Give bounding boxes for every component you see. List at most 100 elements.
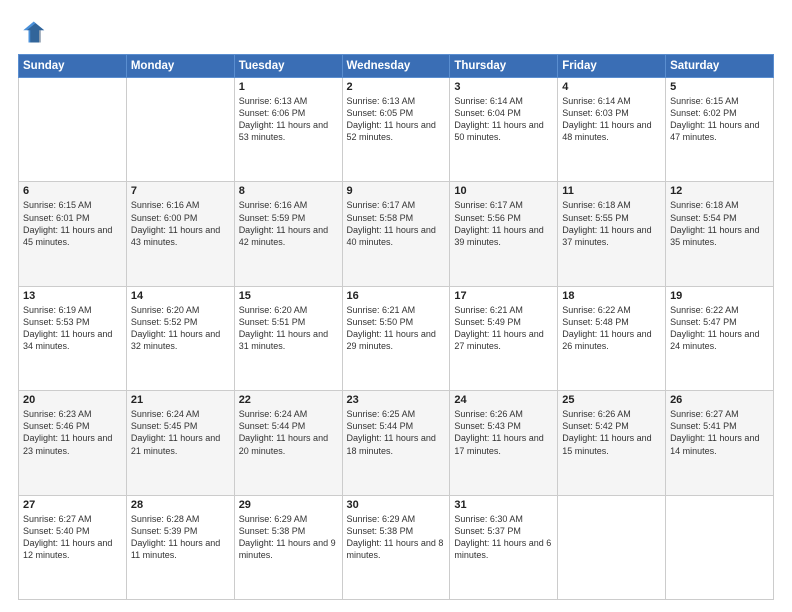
table-row: 1 Sunrise: 6:13 AMSunset: 6:06 PMDaylight… [234,78,342,182]
day-number: 13 [23,290,122,302]
table-row: 11 Sunrise: 6:18 AMSunset: 5:55 PMDayligh… [558,182,666,286]
cell-info: Sunrise: 6:16 AMSunset: 6:00 PMDaylight:… [131,199,230,248]
day-number: 6 [23,185,122,197]
cell-info: Sunrise: 6:26 AMSunset: 5:43 PMDaylight:… [454,408,553,457]
day-number: 11 [562,185,661,197]
table-row: 26Sunrise: 6:27 AMSunset: 5:41 PMDayligh… [666,391,774,495]
day-number: 15 [239,290,338,302]
day-number: 2 [347,81,446,93]
day-number: 29 [239,499,338,511]
day-number: 17 [454,290,553,302]
day-number: 19 [670,290,769,302]
table-row: 28 Sunrise: 6:28 AMSunset: 5:39 PMDayligh… [126,495,234,599]
day-number: 9 [347,185,446,197]
table-row: 12 Sunrise: 6:18 AMSunset: 5:54 PMDayligh… [666,182,774,286]
cell-info: Sunrise: 6:15 AMSunset: 6:02 PMDaylight:… [670,95,769,144]
table-row: 27 Sunrise: 6:27 AMSunset: 5:40 PMDayligh… [19,495,127,599]
table-row: 21 Sunrise: 6:24 AMSunset: 5:45 PMDayligh… [126,391,234,495]
cell-info: Sunrise: 6:18 AMSunset: 5:55 PMDaylight:… [562,199,661,248]
day-number: 27 [23,499,122,511]
table-row: 10 Sunrise: 6:17 AMSunset: 5:56 PMDayligh… [450,182,558,286]
cell-info: Sunrise: 6:23 AMSunset: 5:46 PMDaylight:… [23,408,122,457]
table-row: 16 Sunrise: 6:21 AMSunset: 5:50 PMDayligh… [342,286,450,390]
table-row: 18 Sunrise: 6:22 AMSunset: 5:48 PMDayligh… [558,286,666,390]
day-number: 5 [670,81,769,93]
cell-info: Sunrise: 6:22 AMSunset: 5:48 PMDaylight:… [562,304,661,353]
cell-info: Sunrise: 6:21 AMSunset: 5:50 PMDaylight:… [347,304,446,353]
table-row: 30Sunrise: 6:29 AMSunset: 5:38 PMDayligh… [342,495,450,599]
logo [18,18,50,46]
table-row: 7 Sunrise: 6:16 AMSunset: 6:00 PMDaylight… [126,182,234,286]
header-saturday: Saturday [666,55,774,78]
cell-info: Sunrise: 6:14 AMSunset: 6:03 PMDaylight:… [562,95,661,144]
day-number: 3 [454,81,553,93]
table-row: 14Sunrise: 6:20 AMSunset: 5:52 PMDayligh… [126,286,234,390]
table-row: 9 Sunrise: 6:17 AMSunset: 5:58 PMDaylight… [342,182,450,286]
table-row: 24Sunrise: 6:26 AMSunset: 5:43 PMDayligh… [450,391,558,495]
table-row: 31 Sunrise: 6:30 AMSunset: 5:37 PMDayligh… [450,495,558,599]
day-number: 10 [454,185,553,197]
cell-info: Sunrise: 6:30 AMSunset: 5:37 PMDaylight:… [454,513,553,562]
cell-info: Sunrise: 6:19 AMSunset: 5:53 PMDaylight:… [23,304,122,353]
logo-icon [18,18,46,46]
day-number: 31 [454,499,553,511]
cell-info: Sunrise: 6:20 AMSunset: 5:52 PMDaylight:… [131,304,230,353]
table-row: 22 Sunrise: 6:24 AMSunset: 5:44 PMDayligh… [234,391,342,495]
table-row: 13 Sunrise: 6:19 AMSunset: 5:53 PMDayligh… [19,286,127,390]
cell-info: Sunrise: 6:25 AMSunset: 5:44 PMDaylight:… [347,408,446,457]
day-number: 30 [347,499,446,511]
day-number: 22 [239,394,338,406]
cell-info: Sunrise: 6:26 AMSunset: 5:42 PMDaylight:… [562,408,661,457]
cell-info: Sunrise: 6:18 AMSunset: 5:54 PMDaylight:… [670,199,769,248]
cell-info: Sunrise: 6:13 AMSunset: 6:05 PMDaylight:… [347,95,446,144]
day-number: 28 [131,499,230,511]
table-row: 2 Sunrise: 6:13 AMSunset: 6:05 PMDaylight… [342,78,450,182]
day-number: 21 [131,394,230,406]
cell-info: Sunrise: 6:29 AMSunset: 5:38 PMDaylight:… [239,513,338,562]
calendar-week-row: 1 Sunrise: 6:13 AMSunset: 6:06 PMDaylight… [19,78,774,182]
day-number: 26 [670,394,769,406]
cell-info: Sunrise: 6:13 AMSunset: 6:06 PMDaylight:… [239,95,338,144]
day-number: 18 [562,290,661,302]
day-number: 12 [670,185,769,197]
day-number: 7 [131,185,230,197]
cell-info: Sunrise: 6:22 AMSunset: 5:47 PMDaylight:… [670,304,769,353]
calendar-header-row: Sunday Monday Tuesday Wednesday Thursday… [19,55,774,78]
table-row: 8Sunrise: 6:16 AMSunset: 5:59 PMDaylight… [234,182,342,286]
cell-info: Sunrise: 6:17 AMSunset: 5:56 PMDaylight:… [454,199,553,248]
day-number: 4 [562,81,661,93]
header-monday: Monday [126,55,234,78]
header-friday: Friday [558,55,666,78]
calendar-week-row: 13 Sunrise: 6:19 AMSunset: 5:53 PMDayligh… [19,286,774,390]
table-row [19,78,127,182]
calendar-table: Sunday Monday Tuesday Wednesday Thursday… [18,54,774,600]
cell-info: Sunrise: 6:21 AMSunset: 5:49 PMDaylight:… [454,304,553,353]
cell-info: Sunrise: 6:24 AMSunset: 5:45 PMDaylight:… [131,408,230,457]
header-sunday: Sunday [19,55,127,78]
cell-info: Sunrise: 6:28 AMSunset: 5:39 PMDaylight:… [131,513,230,562]
header-thursday: Thursday [450,55,558,78]
day-number: 20 [23,394,122,406]
table-row [666,495,774,599]
day-number: 25 [562,394,661,406]
table-row: 19 Sunrise: 6:22 AMSunset: 5:47 PMDayligh… [666,286,774,390]
calendar-week-row: 6Sunrise: 6:15 AMSunset: 6:01 PMDaylight… [19,182,774,286]
cell-info: Sunrise: 6:27 AMSunset: 5:40 PMDaylight:… [23,513,122,562]
calendar-week-row: 27 Sunrise: 6:27 AMSunset: 5:40 PMDayligh… [19,495,774,599]
header-wednesday: Wednesday [342,55,450,78]
page: Sunday Monday Tuesday Wednesday Thursday… [0,0,792,612]
header-tuesday: Tuesday [234,55,342,78]
header [18,18,774,46]
cell-info: Sunrise: 6:14 AMSunset: 6:04 PMDaylight:… [454,95,553,144]
table-row [126,78,234,182]
table-row: 5 Sunrise: 6:15 AMSunset: 6:02 PMDaylight… [666,78,774,182]
cell-info: Sunrise: 6:17 AMSunset: 5:58 PMDaylight:… [347,199,446,248]
day-number: 16 [347,290,446,302]
table-row [558,495,666,599]
cell-info: Sunrise: 6:16 AMSunset: 5:59 PMDaylight:… [239,199,338,248]
table-row: 17 Sunrise: 6:21 AMSunset: 5:49 PMDayligh… [450,286,558,390]
day-number: 1 [239,81,338,93]
cell-info: Sunrise: 6:24 AMSunset: 5:44 PMDaylight:… [239,408,338,457]
table-row: 29 Sunrise: 6:29 AMSunset: 5:38 PMDayligh… [234,495,342,599]
table-row: 3 Sunrise: 6:14 AMSunset: 6:04 PMDaylight… [450,78,558,182]
